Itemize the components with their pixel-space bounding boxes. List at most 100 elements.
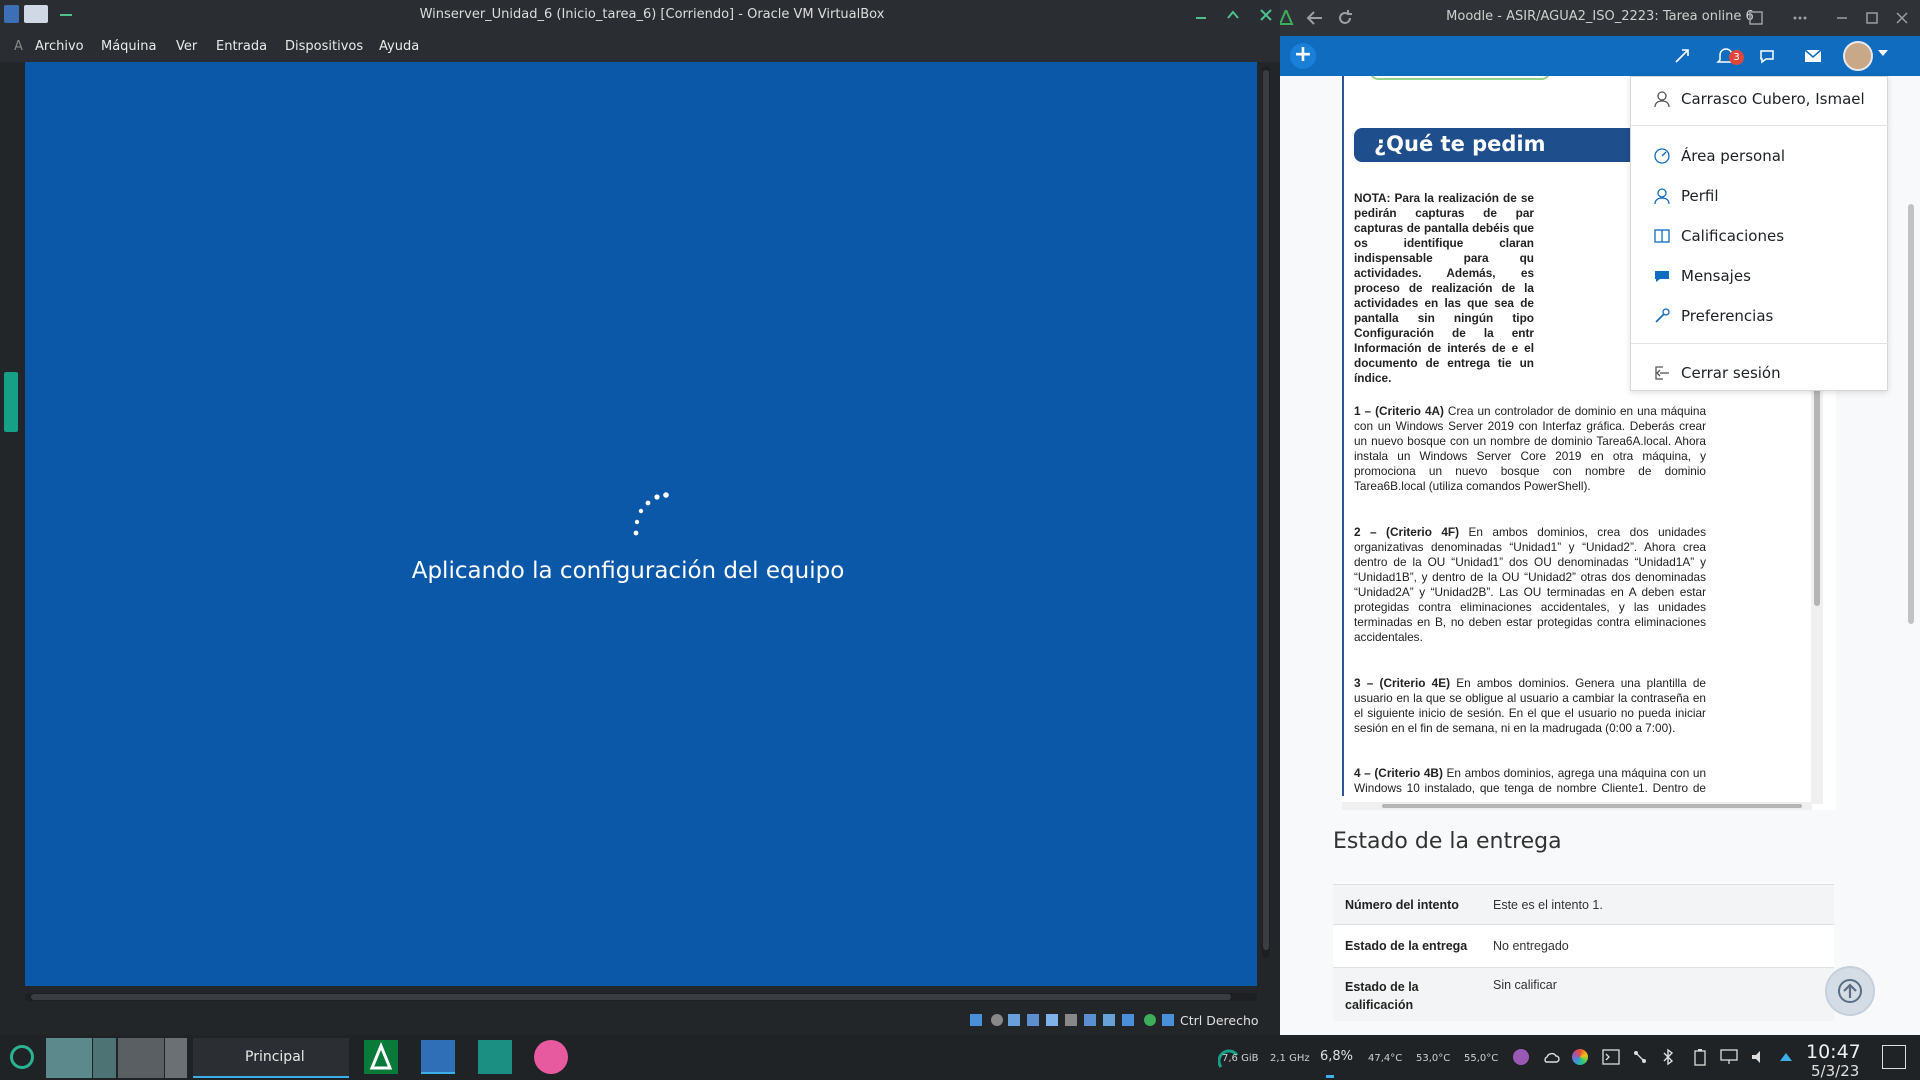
app-launcher-icon[interactable]	[10, 1045, 34, 1069]
window-maximize-icon[interactable]	[1864, 10, 1880, 26]
volume-icon[interactable]	[1750, 1049, 1768, 1065]
menu-dispositivos[interactable]: Dispositivos	[285, 39, 363, 54]
vbox-window-title: Winserver_Unidad_6 (Inicio_tarea_6) [Cor…	[419, 7, 885, 22]
minimize-icon[interactable]	[1194, 8, 1208, 22]
taskbar: Principal 7,6 GiB 2,1 GHz 6,8% 47,4°C 53…	[0, 1035, 1920, 1080]
network-devices-icon[interactable]	[1632, 1049, 1648, 1065]
virtual-desktop-2b[interactable]	[165, 1038, 187, 1078]
menu-item-calificaciones[interactable]: Calificaciones	[1631, 218, 1889, 254]
menu-maquina[interactable]: Máquina	[101, 39, 157, 54]
virtualbox-taskbar-icon[interactable]	[421, 1040, 455, 1074]
menu-item-area-personal[interactable]: Área personal	[1631, 138, 1889, 174]
user-dropdown-menu: Carrasco Cubero, Ismael Área personal Pe…	[1630, 76, 1889, 391]
grades-icon	[1654, 229, 1670, 243]
logout-icon	[1655, 366, 1669, 380]
page-vertical-scrollbar[interactable]	[1905, 120, 1917, 1035]
document-horizontal-scrollbar[interactable]	[1342, 802, 1812, 810]
tray-expand-icon[interactable]	[1780, 1053, 1792, 1061]
vm-horizontal-scrollbar[interactable]	[25, 993, 1257, 1001]
chevron-down-icon[interactable]	[1878, 50, 1888, 58]
clock-date[interactable]: 5/3/23	[1811, 1062, 1859, 1080]
add-block-icon[interactable]: +	[1290, 43, 1316, 69]
device-status-icons[interactable]	[970, 1012, 1180, 1028]
submission-row: Número del intento Este es el intento 1.	[1333, 884, 1834, 924]
cloud-icon[interactable]	[1542, 1049, 1560, 1065]
menu-archivo[interactable]: Archivo	[35, 39, 84, 54]
arrow-up-icon	[1838, 979, 1862, 1003]
virtual-desktop-2[interactable]	[118, 1038, 164, 1078]
criterio-item: 1 – (Criterio 4A) Crea un controlador de…	[1354, 404, 1706, 493]
criterio-item: 2 – (Criterio 4F) En ambos dominios, cre…	[1354, 525, 1706, 644]
host-key-label: Ctrl Derecho	[1180, 1013, 1259, 1028]
terminal-icon[interactable]	[1602, 1049, 1620, 1065]
temperature-3: 55,0°C	[1464, 1053, 1499, 1064]
dashboard-icon	[1654, 148, 1670, 164]
moodle-a-icon	[369, 1042, 393, 1070]
menu-separator	[1631, 125, 1889, 126]
document-note: NOTA: Para la realización de se pedirán …	[1354, 191, 1534, 385]
guest-status-message: Aplicando la configuración del equipo	[411, 558, 845, 584]
mail-icon[interactable]	[1804, 48, 1822, 64]
menu-entrada[interactable]: Entrada	[216, 39, 267, 54]
vm-vertical-scrollbar[interactable]	[1262, 66, 1270, 958]
notifications-badge: 3	[1729, 50, 1744, 65]
cpu-frequency: 2,1 GHz	[1270, 1053, 1310, 1064]
menu-ver[interactable]: Ver	[176, 39, 197, 54]
color-picker-icon[interactable]	[1572, 1049, 1588, 1065]
display-network-icon[interactable]	[1720, 1048, 1738, 1066]
temperature-2: 53,0°C	[1416, 1053, 1451, 1064]
vm-guest-screen[interactable]	[25, 62, 1257, 986]
virtual-desktop-1[interactable]	[46, 1038, 92, 1078]
document-heading: ¿Qué te pedim	[1354, 128, 1654, 162]
user-icon	[1654, 91, 1670, 108]
help-icon[interactable]	[1513, 1049, 1529, 1065]
install-app-icon[interactable]	[1748, 10, 1764, 26]
bluetooth-icon[interactable]	[1662, 1048, 1674, 1066]
doc-decoration	[1370, 76, 1550, 80]
vbox-titlebar: Winserver_Unidad_6 (Inicio_tarea_6) [Cor…	[0, 0, 1280, 30]
moodle-taskbar-icon[interactable]	[364, 1040, 398, 1074]
user-avatar[interactable]	[1843, 41, 1873, 71]
file-manager-taskbar-icon[interactable]	[478, 1040, 512, 1074]
window-close-icon[interactable]	[1894, 10, 1910, 26]
menu-stub: A	[14, 39, 23, 54]
menu-item-cerrar-sesion[interactable]: Cerrar sesión	[1631, 355, 1889, 391]
user-name-item[interactable]: Carrasco Cubero, Ismael	[1631, 81, 1889, 117]
menu-item-preferencias[interactable]: Preferencias	[1631, 298, 1889, 334]
back-to-top-button[interactable]	[1825, 966, 1875, 1016]
chat-bubble-icon[interactable]	[1758, 47, 1776, 65]
maximize-icon[interactable]	[1226, 8, 1240, 22]
battery-icon[interactable]	[1694, 1048, 1706, 1066]
browser-titlebar: Moodle - ASIR/AGUA2_ISO_2223: Tarea onli…	[1280, 0, 1920, 36]
menu-separator	[1631, 343, 1889, 344]
user-icon	[1654, 188, 1670, 205]
vbox-statusbar: Ctrl Derecho	[0, 1005, 1280, 1035]
submission-row: Estado de la calificación Sin calificar	[1333, 967, 1834, 1021]
submission-status-title: Estado de la entrega	[1333, 829, 1562, 854]
collapse-icon[interactable]	[1674, 48, 1690, 64]
cpu-load: 6,8%	[1320, 1049, 1354, 1064]
window-minimize-icon[interactable]	[1834, 10, 1850, 26]
submission-row: Estado de la entrega No entregado	[1333, 924, 1834, 967]
moodle-navbar: + 3	[1280, 36, 1920, 76]
menu-item-perfil[interactable]: Perfil	[1631, 178, 1889, 214]
more-options-icon[interactable]	[1792, 10, 1808, 26]
browser-taskbar-icon[interactable]	[534, 1040, 568, 1074]
virtual-desktop-1b[interactable]	[93, 1038, 116, 1078]
dock-edge-indicator	[4, 372, 18, 432]
criterio-item: 4 – (Criterio 4B) En ambos dominios, agr…	[1354, 766, 1706, 795]
close-icon[interactable]	[1259, 8, 1273, 22]
task-principal[interactable]: Principal	[193, 1038, 349, 1078]
show-desktop-button[interactable]	[1882, 1045, 1906, 1069]
virtualbox-window: Winserver_Unidad_6 (Inicio_tarea_6) [Cor…	[0, 0, 1280, 1035]
temperature-1: 47,4°C	[1368, 1053, 1403, 1064]
chat-icon	[1655, 271, 1669, 282]
browser-window-title: Moodle - ASIR/AGUA2_ISO_2223: Tarea onli…	[1446, 9, 1754, 24]
menu-item-mensajes[interactable]: Mensajes	[1631, 258, 1889, 294]
menu-ayuda[interactable]: Ayuda	[379, 39, 419, 54]
cpu-load-bar	[1326, 1075, 1334, 1078]
vbox-menubar: A Archivo Máquina Ver Entrada Dispositiv…	[0, 30, 1280, 62]
wrench-icon	[1655, 308, 1670, 323]
clock-time[interactable]: 10:47	[1806, 1041, 1861, 1063]
criterio-item: 3 – (Criterio 4E) En ambos dominios. Gen…	[1354, 676, 1706, 735]
